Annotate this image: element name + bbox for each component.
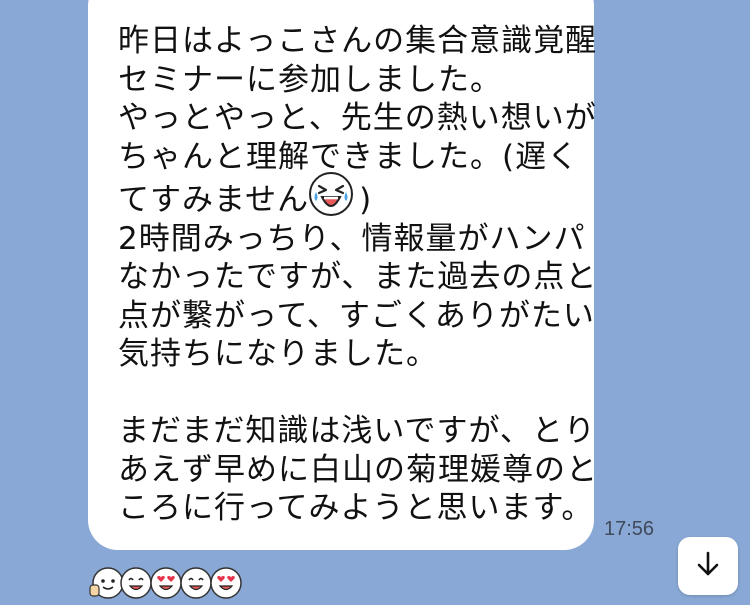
scroll-to-bottom-button[interactable] bbox=[678, 537, 738, 595]
message-line-text: ) bbox=[359, 182, 373, 218]
arrow-down-icon bbox=[693, 549, 723, 583]
message-line: 点が繋がって、すごくありがたい bbox=[118, 297, 595, 334]
crying-laughing-face-icon bbox=[309, 172, 359, 216]
message-line: セミナーに参加しました。 bbox=[118, 61, 502, 98]
message-line: あえず早めに白山の菊理媛尊のと bbox=[118, 451, 598, 488]
message-line: 昨日はよっこさんの集合意識覚醒 bbox=[118, 23, 598, 59]
message-line: 気持ちになりました。 bbox=[118, 336, 438, 372]
message-timestamp: 17:56 bbox=[604, 518, 655, 540]
message-line: てすみません) bbox=[118, 172, 574, 220]
message-line: ころに行ってみようと思います。 bbox=[118, 490, 594, 526]
message-line: まだまだ知識は浅いですが、とり bbox=[118, 413, 596, 449]
message-bubble[interactable]: 昨日はよっこさんの集合意識覚醒 セミナーに参加しました。 やっとやっと、先生の熱… bbox=[88, 0, 598, 550]
message-line: 2時間みっちり、情報量がハンパ bbox=[118, 220, 586, 257]
reactions-bar[interactable] bbox=[88, 563, 248, 605]
message-line: やっとやっと、先生の熱い想いが bbox=[118, 100, 597, 136]
message-line-text: てすみません bbox=[118, 182, 310, 218]
chat-area: 昨日はよっこさんの集合意識覚醒 セミナーに参加しました。 やっとやっと、先生の熱… bbox=[0, 0, 750, 605]
message-line: なかったですが、また過去の点と bbox=[118, 259, 598, 295]
heart-eyes-face-icon[interactable] bbox=[208, 565, 244, 601]
